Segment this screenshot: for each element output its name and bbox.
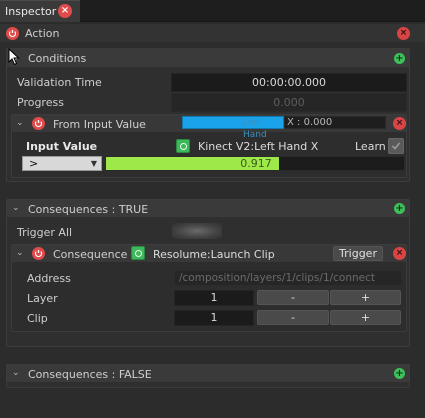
consequences-true-title: Consequences : TRUE xyxy=(28,203,149,216)
layer-decrement-button[interactable]: - xyxy=(257,290,329,305)
input-x-text: X : 0.000 xyxy=(287,117,333,128)
chevron-down-icon: ▼ xyxy=(90,159,97,168)
layer-label: Layer xyxy=(27,292,58,305)
conditions-title: Conditions xyxy=(28,52,87,65)
learn-checkbox[interactable] xyxy=(388,138,404,154)
tab-close-icon[interactable]: × xyxy=(58,4,72,18)
check-icon xyxy=(391,142,401,150)
trigger-all-button[interactable] xyxy=(172,223,222,239)
consequence-power-icon[interactable] xyxy=(32,247,45,260)
layer-increment-button[interactable]: + xyxy=(330,290,401,305)
tab-title: Inspector xyxy=(5,5,57,18)
consequence-target-label[interactable]: Resolume:Launch Clip xyxy=(153,248,275,261)
learn-label: Learn xyxy=(355,140,386,153)
from-input-power-icon[interactable] xyxy=(32,117,45,130)
action-power-icon[interactable] xyxy=(6,27,19,40)
trigger-button[interactable]: Trigger xyxy=(333,246,383,261)
from-input-title: From Input Value xyxy=(53,118,146,131)
chevron-down-icon[interactable]: ⌄ xyxy=(16,249,24,258)
chevron-down-icon[interactable]: ⌄ xyxy=(12,369,20,378)
add-consequence-false-icon[interactable]: + xyxy=(394,368,405,379)
value-slider[interactable]: 0.917 xyxy=(105,156,405,171)
input-x-field: X : 0.000 xyxy=(284,116,386,129)
trigger-all-label: Trigger All xyxy=(17,226,73,239)
validation-time-field[interactable]: 00:00:00.000 xyxy=(171,73,407,92)
input-value-bar[interactable]: Left Hand xyxy=(182,116,284,140)
target-icon[interactable] xyxy=(176,139,190,153)
input-target-label[interactable]: Kinect V2:Left Hand X xyxy=(198,140,318,153)
cursor-icon xyxy=(8,48,20,66)
action-header[interactable] xyxy=(0,24,425,42)
consequence-title: Consequence xyxy=(53,248,128,261)
add-consequence-icon[interactable]: + xyxy=(394,203,405,214)
address-label: Address xyxy=(27,272,71,285)
clip-decrement-button[interactable]: - xyxy=(257,310,329,325)
consequences-false-title: Consequences : FALSE xyxy=(28,368,152,381)
from-input-close-icon[interactable]: × xyxy=(393,117,406,130)
tab-bar: Inspector × xyxy=(0,0,425,22)
slider-value: 0.917 xyxy=(240,157,272,170)
progress-label: Progress xyxy=(17,96,64,109)
operator-select[interactable]: > ▼ xyxy=(22,156,102,171)
operator-value: > xyxy=(29,157,39,170)
clip-field[interactable]: 1 xyxy=(174,310,254,326)
clip-label: Clip xyxy=(27,312,48,325)
action-title: Action xyxy=(25,27,60,40)
clip-increment-button[interactable]: + xyxy=(330,310,401,325)
target-icon[interactable] xyxy=(131,246,145,260)
chevron-down-icon[interactable]: ⌄ xyxy=(12,204,20,213)
chevron-down-icon[interactable]: ⌄ xyxy=(16,119,24,128)
progress-field: 0.000 xyxy=(171,93,407,112)
input-bar-text: Left Hand xyxy=(243,118,267,140)
address-field: /composition/layers/1/clips/1/connect xyxy=(174,270,402,286)
consequence-close-icon[interactable]: × xyxy=(393,247,406,260)
action-close-icon[interactable]: × xyxy=(397,27,410,40)
input-value-label: Input Value xyxy=(26,140,98,153)
validation-time-label: Validation Time xyxy=(17,76,102,89)
add-condition-icon[interactable]: + xyxy=(394,53,405,64)
layer-field[interactable]: 1 xyxy=(174,290,254,306)
